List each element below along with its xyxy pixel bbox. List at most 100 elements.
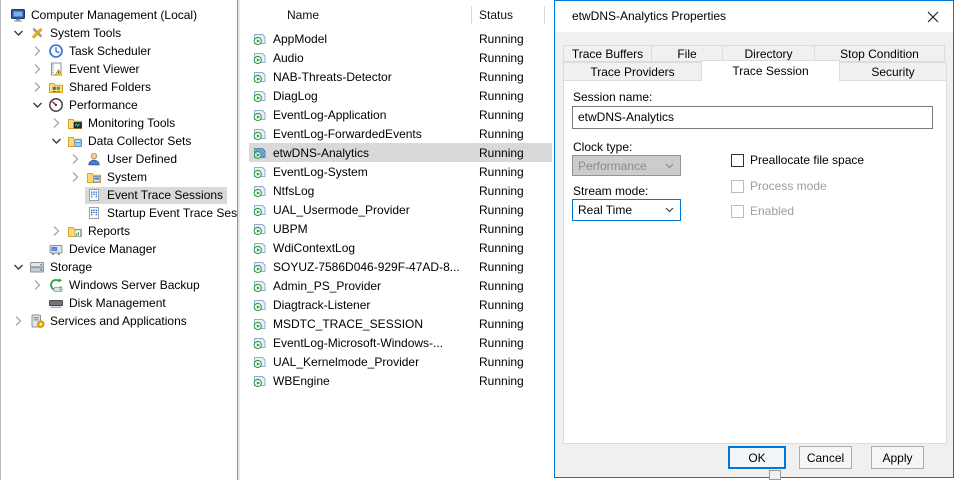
- ok-button[interactable]: OK: [728, 446, 786, 469]
- tree-item-user-defined[interactable]: User Defined: [1, 150, 237, 168]
- tab-trace-providers[interactable]: Trace Providers: [563, 62, 702, 81]
- tree-item-services-and-applications[interactable]: Services and Applications: [1, 312, 237, 330]
- tree-item-computer-management-local[interactable]: Computer Management (Local): [1, 6, 237, 24]
- list-row-ual-kernelmode-provider[interactable]: UAL_Kernelmode_ProviderRunning: [249, 352, 552, 371]
- tree-item-monitoring-tools[interactable]: Monitoring Tools: [1, 114, 237, 132]
- tree-item-content[interactable]: Computer Management (Local): [9, 7, 201, 24]
- tree-item-content[interactable]: Windows Server Backup: [47, 277, 204, 294]
- tree-item-system[interactable]: System: [1, 168, 237, 186]
- expander-spacer: [28, 240, 47, 258]
- tree-item-system-tools[interactable]: System Tools: [1, 24, 237, 42]
- list-row-diaglog[interactable]: DiagLogRunning: [249, 86, 552, 105]
- trace-session-running-icon: [252, 202, 268, 218]
- chevron-collapsed-icon[interactable]: [47, 222, 66, 240]
- list-row-etwdns-analytics[interactable]: etwDNS-AnalyticsRunning: [249, 143, 552, 162]
- chevron-collapsed-icon[interactable]: [9, 312, 28, 330]
- tree-item-content[interactable]: Reports: [66, 223, 134, 240]
- chevron-collapsed-icon[interactable]: [28, 276, 47, 294]
- list-row-eventlog-microsoft-windows[interactable]: EventLog-Microsoft-Windows-...Running: [249, 333, 552, 352]
- list-row-eventlog-system[interactable]: EventLog-SystemRunning: [249, 162, 552, 181]
- trace-session-running-icon: [252, 107, 268, 123]
- trace-session-running-icon: [252, 50, 268, 66]
- list-row-ual-usermode-provider[interactable]: UAL_Usermode_ProviderRunning: [249, 200, 552, 219]
- tree-item-content[interactable]: Event Viewer: [47, 61, 143, 78]
- tree-item-content[interactable]: Event Trace Sessions: [85, 187, 227, 204]
- dialog-title: etwDNS-Analytics Properties: [572, 9, 726, 23]
- checkbox-box[interactable]: [731, 154, 744, 167]
- list-row-ntfslog[interactable]: NtfsLogRunning: [249, 181, 552, 200]
- chevron-expanded-icon[interactable]: [9, 258, 28, 276]
- tree-item-content[interactable]: User Defined: [85, 151, 181, 168]
- tree-item-content[interactable]: System: [85, 169, 151, 186]
- stream-mode-dropdown[interactable]: Real Time: [572, 199, 681, 221]
- session-name-cell: DiagLog: [273, 89, 479, 103]
- tree-item-content[interactable]: Shared Folders: [47, 79, 155, 96]
- column-header-status[interactable]: Status: [479, 8, 513, 22]
- list-row-eventlog-application[interactable]: EventLog-ApplicationRunning: [249, 105, 552, 124]
- tree-item-content[interactable]: Disk Management: [47, 295, 170, 312]
- session-name-cell: WBEngine: [273, 374, 479, 388]
- chevron-expanded-icon[interactable]: [28, 96, 47, 114]
- tree-item-content[interactable]: Performance: [47, 97, 142, 114]
- preallocate-file-space-checkbox[interactable]: Preallocate file space: [731, 153, 864, 167]
- chevron-expanded-icon[interactable]: [47, 132, 66, 150]
- tree-item-windows-server-backup[interactable]: Windows Server Backup: [1, 276, 237, 294]
- tree-item-content[interactable]: Monitoring Tools: [66, 115, 179, 132]
- column-divider[interactable]: [544, 6, 545, 24]
- chevron-collapsed-icon[interactable]: [28, 60, 47, 78]
- tab-security[interactable]: Security: [839, 62, 947, 81]
- tree-item-shared-folders[interactable]: Shared Folders: [1, 78, 237, 96]
- tree-item-content[interactable]: Task Scheduler: [47, 43, 155, 60]
- close-icon[interactable]: [919, 4, 947, 29]
- list-row-admin-ps-provider[interactable]: Admin_PS_ProviderRunning: [249, 276, 552, 295]
- list-row-wdicontextlog[interactable]: WdiContextLogRunning: [249, 238, 552, 257]
- apply-button[interactable]: Apply: [871, 446, 924, 469]
- tree-item-label: Event Viewer: [69, 61, 139, 78]
- list-row-msdtc-trace-session[interactable]: MSDTC_TRACE_SESSIONRunning: [249, 314, 552, 333]
- list-row-wbengine[interactable]: WBEngineRunning: [249, 371, 552, 390]
- list-row-ubpm[interactable]: UBPMRunning: [249, 219, 552, 238]
- tree-item-label: Monitoring Tools: [88, 115, 175, 132]
- tree-item-content[interactable]: Storage: [28, 259, 96, 276]
- tree-item-storage[interactable]: Storage: [1, 258, 237, 276]
- list-row-audio[interactable]: AudioRunning: [249, 48, 552, 67]
- session-name-field[interactable]: etwDNS-Analytics: [572, 106, 933, 129]
- column-divider[interactable]: [471, 6, 472, 24]
- column-header-name[interactable]: Name: [287, 8, 319, 22]
- tree-item-device-manager[interactable]: Device Manager: [1, 240, 237, 258]
- tree-item-performance[interactable]: Performance: [1, 96, 237, 114]
- chevron-collapsed-icon[interactable]: [47, 114, 66, 132]
- tree-item-startup-event-trace-sessions[interactable]: Startup Event Trace Sessions: [1, 204, 237, 222]
- chevron-collapsed-icon[interactable]: [28, 78, 47, 96]
- tree-item-content[interactable]: Services and Applications: [28, 313, 191, 330]
- tree-item-disk-management[interactable]: Disk Management: [1, 294, 237, 312]
- size-grip[interactable]: [769, 470, 781, 480]
- status-cell: Running: [479, 336, 552, 350]
- dialog-titlebar[interactable]: etwDNS-Analytics Properties: [555, 1, 953, 32]
- chevron-collapsed-icon[interactable]: [28, 42, 47, 60]
- tree-item-event-trace-sessions[interactable]: Event Trace Sessions: [1, 186, 237, 204]
- tree-item-content[interactable]: System Tools: [28, 25, 125, 42]
- tree-item-data-collector-sets[interactable]: Data Collector Sets: [1, 132, 237, 150]
- clock-type-value: Performance: [578, 159, 647, 173]
- list-row-appmodel[interactable]: AppModelRunning: [249, 29, 552, 48]
- list-row-eventlog-forwardedevents[interactable]: EventLog-ForwardedEventsRunning: [249, 124, 552, 143]
- tree-item-reports[interactable]: Reports: [1, 222, 237, 240]
- chevron-collapsed-icon[interactable]: [66, 150, 85, 168]
- status-cell: Running: [479, 298, 552, 312]
- cancel-button[interactable]: Cancel: [799, 446, 852, 469]
- list-row-nab-threats-detector[interactable]: NAB-Threats-DetectorRunning: [249, 67, 552, 86]
- session-name-cell: NtfsLog: [273, 184, 479, 198]
- tab-trace-session[interactable]: Trace Session: [701, 60, 840, 81]
- tab-row-2: Trace Providers Trace Session Security: [563, 62, 947, 81]
- status-cell: Running: [479, 108, 552, 122]
- chevron-collapsed-icon[interactable]: [66, 168, 85, 186]
- tree-item-content[interactable]: Device Manager: [47, 241, 160, 258]
- tree-item-content[interactable]: Data Collector Sets: [66, 133, 195, 150]
- chevron-expanded-icon[interactable]: [9, 24, 28, 42]
- tab-trace-buffers[interactable]: Trace Buffers: [563, 45, 652, 62]
- list-row-soyuz-7586d046-929f-47ad-8[interactable]: SOYUZ-7586D046-929F-47AD-8...Running: [249, 257, 552, 276]
- tree-item-task-scheduler[interactable]: Task Scheduler: [1, 42, 237, 60]
- tree-item-event-viewer[interactable]: Event Viewer: [1, 60, 237, 78]
- list-row-diagtrack-listener[interactable]: Diagtrack-ListenerRunning: [249, 295, 552, 314]
